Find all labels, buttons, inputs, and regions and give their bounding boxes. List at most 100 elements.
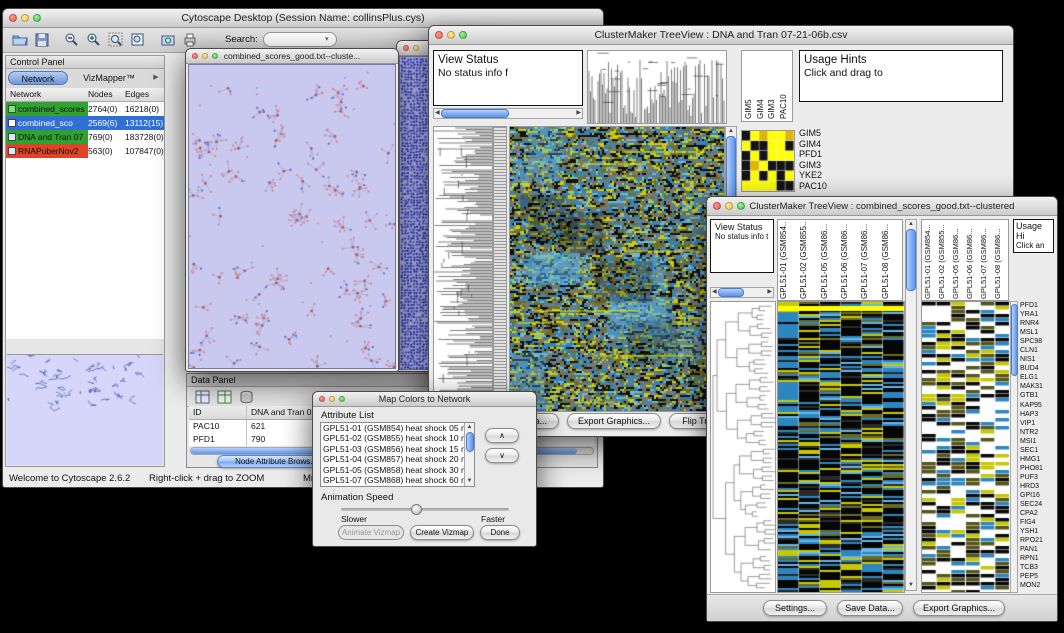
close-icon[interactable] bbox=[713, 202, 721, 210]
create-vizmap-button[interactable]: Create Vizmap bbox=[410, 525, 474, 540]
tab-network[interactable]: Network bbox=[8, 71, 68, 85]
column-label: GIM5 bbox=[744, 53, 756, 119]
network-graph-canvas[interactable] bbox=[188, 64, 396, 369]
global-heatmap-canvas[interactable] bbox=[777, 301, 905, 593]
animation-speed-slider[interactable] bbox=[341, 508, 509, 511]
gene-scrollbar[interactable] bbox=[1010, 301, 1018, 593]
attribute-item[interactable]: GPL51-04 (GSM857) heat shock 20 min bbox=[321, 454, 464, 464]
save-icon[interactable] bbox=[31, 30, 53, 50]
attribute-item[interactable]: GPL51-02 (GSM855) heat shock 10 min bbox=[321, 433, 464, 443]
network-row[interactable]: DNA and Tran 07 769(0) 183728(0) bbox=[6, 130, 164, 144]
tab-vizmapper[interactable]: VizMapper™ bbox=[72, 71, 146, 85]
gene-label: MAK31 bbox=[1020, 382, 1054, 391]
minimize-icon[interactable] bbox=[329, 396, 335, 402]
attribute-item[interactable]: GPL51-03 (GSM856) heat shock 15 min bbox=[321, 444, 464, 454]
network-row-selected[interactable]: combined_sco 2569(6) 13112(15) bbox=[6, 116, 164, 130]
gene-label: PEP5 bbox=[1020, 572, 1054, 581]
zoom-fit-icon[interactable] bbox=[105, 30, 127, 50]
scroll-up-icon[interactable]: ▲ bbox=[727, 127, 735, 136]
minimize-icon[interactable] bbox=[447, 31, 455, 39]
vscroll-thumb[interactable] bbox=[466, 432, 474, 452]
id-column-header[interactable]: ID bbox=[189, 406, 247, 419]
animate-vizmap-button[interactable]: Animate Vizmap bbox=[338, 525, 404, 540]
zoom-heatmap-canvas[interactable] bbox=[921, 301, 1011, 593]
settings-button[interactable]: Settings... bbox=[763, 600, 827, 616]
search-dropdown-icon[interactable]: ▾ bbox=[325, 35, 329, 43]
zoom-window-icon[interactable] bbox=[459, 31, 467, 39]
done-button[interactable]: Done bbox=[480, 525, 520, 540]
export-graphics-button[interactable]: Export Graphics... bbox=[567, 413, 661, 429]
list-vscrollbar[interactable]: ▲ ▼ bbox=[464, 423, 474, 486]
attribute-listbox[interactable]: GPL51-01 (GSM854) heat shock 05 minGPL51… bbox=[320, 422, 475, 487]
export-graphics-button[interactable]: Export Graphics... bbox=[913, 600, 1005, 616]
hscrollbar[interactable]: ◀ ▶ bbox=[710, 287, 774, 298]
node-attributes-icon[interactable] bbox=[191, 387, 213, 407]
close-icon[interactable] bbox=[319, 396, 325, 402]
minimize-icon[interactable] bbox=[413, 45, 419, 51]
treeview-combined-titlebar[interactable]: ClusterMaker TreeView : combined_scores_… bbox=[707, 197, 1057, 216]
close-icon[interactable] bbox=[9, 14, 17, 22]
zoom-window-icon[interactable] bbox=[737, 202, 745, 210]
hscroll-thumb[interactable] bbox=[718, 288, 745, 297]
snapshot-icon[interactable] bbox=[157, 30, 179, 50]
gene-label: BUD4 bbox=[1020, 364, 1054, 373]
array-dendrogram-canvas[interactable] bbox=[587, 50, 727, 124]
network-row[interactable]: RNAPuberNov2 563(0) 107847(0) bbox=[6, 144, 164, 158]
col-network[interactable]: Network bbox=[6, 88, 88, 101]
gene-label: SEC24 bbox=[1020, 500, 1054, 509]
vscroll-thumb[interactable] bbox=[1011, 304, 1018, 376]
close-icon[interactable] bbox=[192, 53, 198, 59]
vscrollbar[interactable]: ▲ ▼ bbox=[905, 219, 917, 591]
close-icon[interactable] bbox=[403, 45, 409, 51]
minimize-icon[interactable] bbox=[725, 202, 733, 210]
scroll-down-icon[interactable]: ▼ bbox=[907, 581, 915, 590]
minimize-icon[interactable] bbox=[21, 14, 29, 22]
attribute-item[interactable]: GPL51-05 (GSM858) heat shock 30 min bbox=[321, 465, 464, 475]
hscrollbar[interactable]: ◀ ▶ bbox=[433, 108, 583, 119]
save-data-button[interactable]: Save Data... bbox=[837, 600, 903, 616]
col-nodes[interactable]: Nodes bbox=[88, 88, 125, 101]
zoom-column-label: GPL51-07 (GSM86... bbox=[979, 221, 993, 299]
network-attributes-icon[interactable] bbox=[235, 387, 257, 407]
minimize-icon[interactable] bbox=[202, 53, 208, 59]
vscroll-thumb[interactable] bbox=[906, 229, 916, 291]
slider-thumb[interactable] bbox=[411, 504, 422, 515]
tab-overflow-arrow-icon[interactable]: ▶ bbox=[150, 71, 162, 85]
attribute-item[interactable]: GPL51-01 (GSM854) heat shock 05 min bbox=[321, 423, 464, 433]
move-down-button[interactable]: ∨ bbox=[485, 448, 519, 463]
attribute-item[interactable]: GPL51-07 (GSM868) heat shock 60 min bbox=[321, 475, 464, 485]
gene-dendrogram-canvas[interactable] bbox=[433, 126, 493, 412]
zoom-in-icon[interactable] bbox=[83, 30, 105, 50]
zoom-matrix-canvas[interactable] bbox=[741, 130, 795, 192]
treeview-dna-titlebar[interactable]: ClusterMaker TreeView : DNA and Tran 07-… bbox=[429, 26, 1013, 45]
close-icon[interactable] bbox=[435, 31, 443, 39]
network-view-titlebar[interactable]: combined_scores_good.txt--cluste... bbox=[186, 49, 398, 64]
scroll-left-icon[interactable]: ◀ bbox=[434, 109, 441, 118]
gene-dendrogram-canvas[interactable] bbox=[710, 301, 776, 593]
scroll-up-icon[interactable]: ▲ bbox=[466, 423, 474, 432]
move-up-button[interactable]: ∧ bbox=[485, 428, 519, 443]
zoom-window-icon[interactable] bbox=[33, 14, 41, 22]
scroll-up-icon[interactable]: ▲ bbox=[907, 220, 915, 229]
scroll-right-icon[interactable]: ▶ bbox=[766, 288, 773, 297]
attribute-items: GPL51-01 (GSM854) heat shock 05 minGPL51… bbox=[321, 423, 464, 486]
scroll-right-icon[interactable]: ▶ bbox=[575, 109, 582, 118]
animation-speed-label: Animation Speed bbox=[321, 492, 393, 503]
dna-heatmap-canvas[interactable] bbox=[509, 126, 725, 412]
scroll-left-icon[interactable]: ◀ bbox=[711, 288, 718, 297]
open-folder-icon[interactable] bbox=[9, 30, 31, 50]
network-row[interactable]: combined_scores 2764(0) 16218(0) bbox=[6, 102, 164, 116]
gene-label: NIS1 bbox=[1020, 355, 1054, 364]
print-icon[interactable] bbox=[179, 30, 201, 50]
scroll-down-icon[interactable]: ▼ bbox=[466, 477, 474, 486]
birdseye-view[interactable] bbox=[7, 354, 163, 465]
hscroll-thumb[interactable] bbox=[441, 109, 510, 118]
zoom-window-icon[interactable] bbox=[212, 53, 218, 59]
col-edges[interactable]: Edges bbox=[125, 88, 164, 101]
window-title: Cytoscape Desktop (Session Name: collins… bbox=[3, 12, 603, 24]
edge-attributes-icon[interactable] bbox=[213, 387, 235, 407]
zoom-out-icon[interactable] bbox=[61, 30, 83, 50]
dialog-titlebar[interactable]: Map Colors to Network bbox=[313, 392, 536, 407]
zoom-window-icon[interactable] bbox=[339, 396, 345, 402]
zoom-selected-icon[interactable] bbox=[127, 30, 149, 50]
